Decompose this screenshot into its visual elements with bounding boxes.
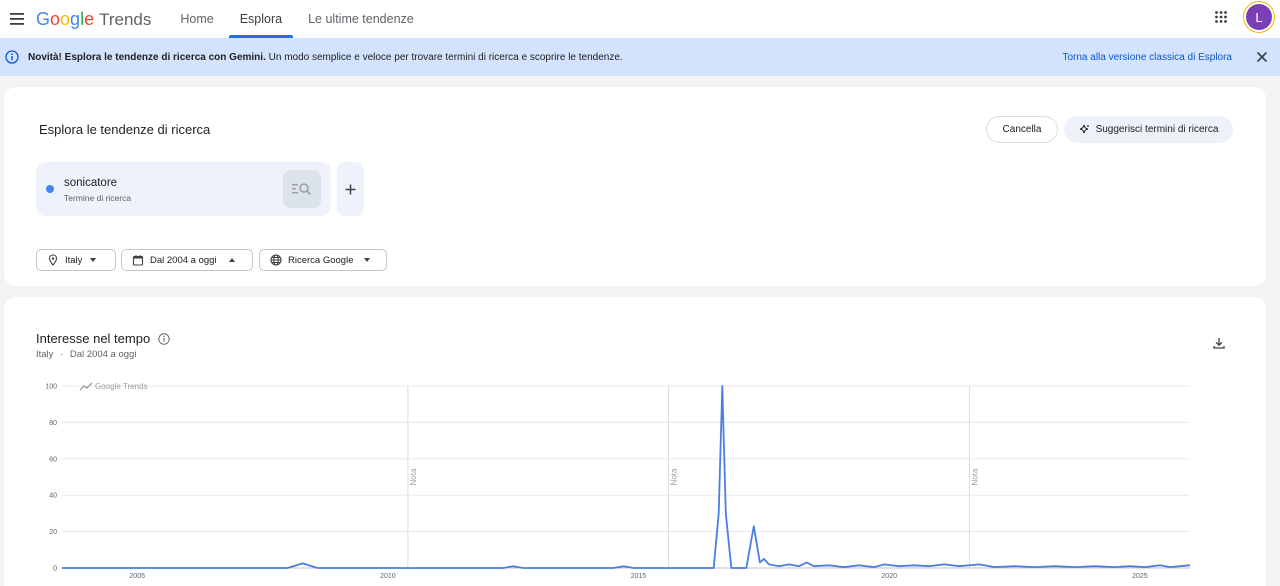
suggest-terms-label: Suggerisci termini di ricerca (1095, 124, 1219, 135)
term-refine-button[interactable] (283, 170, 321, 208)
search-property-filter[interactable]: Ricerca Google (259, 249, 387, 271)
annotation-label: Nota (970, 468, 979, 485)
cancel-button[interactable]: Cancella (986, 116, 1058, 143)
annotation-label: Nota (670, 468, 679, 485)
y-tick-label: 100 (45, 384, 57, 391)
google-wordmark: Google (36, 8, 95, 29)
globe-icon (270, 254, 282, 266)
term-type: Termine di ricerca (64, 193, 132, 203)
explore-card: Esplora le tendenze di ricerca Cancella … (4, 87, 1266, 286)
top-app-bar: Google Trends Home Esplora Le ultime ten… (0, 0, 1280, 38)
info-icon (5, 50, 19, 64)
header-actions: L (1206, 2, 1272, 32)
y-tick-label: 40 (49, 493, 57, 500)
tab-home[interactable]: Home (167, 0, 226, 38)
chevron-up-icon (228, 258, 235, 262)
chevron-down-icon (90, 258, 97, 262)
classic-explore-link[interactable]: Torna alla versione classica di Esplora (1062, 52, 1232, 63)
account-avatar[interactable]: L (1246, 4, 1272, 30)
location-pin-icon (47, 254, 59, 266)
list-search-icon (292, 183, 312, 196)
banner-message: Novità! Esplora le tendenze di ricerca c… (28, 52, 623, 63)
time-range-filter-value: Dal 2004 a oggi (150, 254, 217, 266)
watermark-text: Google Trends (95, 382, 147, 391)
chevron-down-icon (364, 258, 371, 262)
tab-latest-trends[interactable]: Le ultime tendenze (295, 0, 427, 38)
add-term-button[interactable] (337, 162, 364, 216)
plus-icon (345, 184, 356, 194)
y-tick-label: 20 (49, 529, 57, 536)
google-trends-logo[interactable]: Google Trends (36, 9, 151, 30)
x-tick-label: 2015 (631, 573, 647, 580)
banner-close-button[interactable] (1255, 50, 1269, 64)
banner-message-bold: Novità! Esplora le tendenze di ricerca c… (28, 51, 266, 63)
location-filter[interactable]: Italy (36, 249, 116, 271)
explore-title: Esplora le tendenze di ricerca (39, 122, 211, 137)
google-apps-button[interactable] (1206, 2, 1236, 32)
calendar-icon (132, 254, 144, 266)
series-line (62, 385, 1191, 569)
tab-explore[interactable]: Esplora (227, 0, 295, 38)
x-tick-label: 2020 (881, 573, 897, 580)
x-tick-label: 2005 (129, 573, 145, 580)
gemini-announcement-banner: Novità! Esplora le tendenze di ricerca c… (0, 38, 1280, 76)
annotation-label: Nota (409, 468, 418, 485)
y-tick-label: 0 (53, 566, 57, 573)
location-filter-value: Italy (65, 254, 83, 266)
y-tick-label: 80 (49, 420, 57, 427)
spark-suggest-icon (1079, 124, 1089, 134)
interest-line-chart: 0 20 40 60 80 100 2005 2010 2015 2020 2025 Nota Nota… (45, 382, 1191, 580)
search-term-chip[interactable]: sonicatore Termine di ricerca (36, 162, 331, 216)
term-color-dot (46, 185, 54, 193)
y-tick-label: 60 (49, 456, 57, 463)
apps-grid-icon (1215, 11, 1227, 23)
main-menu-button[interactable] (0, 2, 34, 36)
close-icon (1256, 51, 1268, 63)
x-tick-label: 2025 (1132, 573, 1148, 580)
main-nav: Home Esplora Le ultime tendenze (167, 0, 426, 38)
search-property-filter-value: Ricerca Google (288, 254, 354, 266)
interest-over-time-card: Interesse nel tempo Italy · Dal 2004 a o… (4, 297, 1266, 586)
banner-message-body: Un modo semplice e veloce per trovare te… (265, 51, 623, 63)
suggest-terms-button[interactable]: Suggerisci termini di ricerca (1064, 116, 1233, 143)
term-name: sonicatore (64, 177, 118, 189)
time-range-filter[interactable]: Dal 2004 a oggi (121, 249, 253, 271)
menu-icon (10, 13, 24, 25)
x-tick-label: 2010 (380, 573, 396, 580)
trends-wordmark: Trends (99, 9, 152, 29)
